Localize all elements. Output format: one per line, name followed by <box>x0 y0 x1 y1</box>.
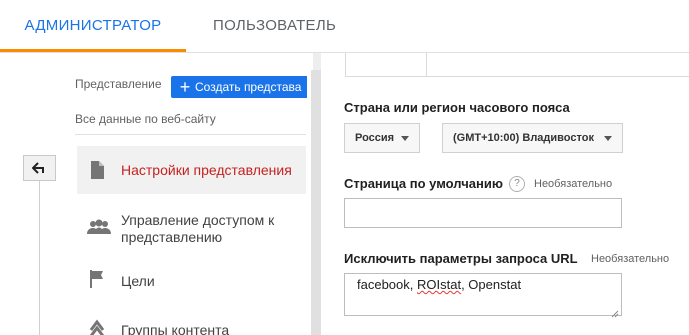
resize-handle-icon[interactable] <box>611 305 619 318</box>
view-selector-underline <box>75 134 306 135</box>
nav-item-label-line1: Управление доступом к <box>121 212 275 228</box>
chevron-down-icon <box>604 136 612 141</box>
view-selector[interactable]: Все данные по веб-сайту <box>75 112 216 126</box>
create-view-button[interactable]: + Создать представа <box>171 76 307 98</box>
nav-item-label: Настройки представления <box>121 162 292 178</box>
nav-item-view-settings[interactable]: Настройки представления <box>77 146 306 194</box>
help-icon[interactable]: ? <box>509 176 525 192</box>
nav-item-goals[interactable]: Цели <box>77 262 306 300</box>
content-groups-icon <box>87 316 109 335</box>
nav-item-content-groups[interactable]: Группы контента <box>77 312 306 335</box>
chevron-down-icon <box>401 136 409 141</box>
exclude-params-optional: Необязательно <box>591 253 670 265</box>
exclude-params-label: Исключить параметры запроса URL <box>344 251 578 266</box>
exclude-params-part3: , Openstat <box>461 277 522 292</box>
view-label: Представление <box>75 77 162 91</box>
country-dropdown[interactable]: Россия <box>344 123 420 153</box>
panel-top-tab <box>345 53 427 77</box>
plus-icon: + <box>179 77 191 97</box>
top-tabs: АДМИНИСТРАТОР ПОЛЬЗОВАТЕЛЬ <box>0 0 689 52</box>
nav-tree-line <box>39 181 40 335</box>
default-page-optional: Необязательно <box>534 178 613 190</box>
document-icon <box>87 159 109 181</box>
back-arrow-icon <box>31 159 48 176</box>
left-scrollbar[interactable] <box>311 70 321 335</box>
panel-top-line <box>427 76 689 77</box>
country-value: Россия <box>355 132 395 144</box>
create-view-label: Создать представа <box>195 80 302 94</box>
nav-item-label: Цели <box>121 273 155 289</box>
nav-item-label-line2: представлению <box>121 229 223 245</box>
nav-item-label: Группы контента <box>121 322 230 335</box>
back-button[interactable] <box>23 155 56 181</box>
exclude-params-text: facebook, ROIstat, Openstat <box>357 277 521 292</box>
exclude-params-part2: ROIstat <box>417 277 462 292</box>
people-icon <box>87 218 111 240</box>
tab-admin[interactable]: АДМИНИСТРАТОР <box>0 0 186 52</box>
default-page-label: Страница по умолчанию <box>344 176 503 191</box>
timezone-dropdown[interactable]: (GMT+10:00) Владивосток <box>442 123 623 153</box>
tab-user[interactable]: ПОЛЬЗОВАТЕЛЬ <box>213 0 336 52</box>
nav-item-access-management[interactable]: Управление доступом к представлению <box>77 204 306 252</box>
default-page-input[interactable] <box>344 198 622 228</box>
timezone-label: Страна или регион часового пояса <box>344 100 570 115</box>
timezone-value: (GMT+10:00) Владивосток <box>453 132 594 144</box>
flag-icon <box>87 268 109 290</box>
exclude-params-part1: facebook, <box>357 277 417 292</box>
exclude-params-textarea[interactable]: facebook, ROIstat, Openstat <box>344 273 622 318</box>
